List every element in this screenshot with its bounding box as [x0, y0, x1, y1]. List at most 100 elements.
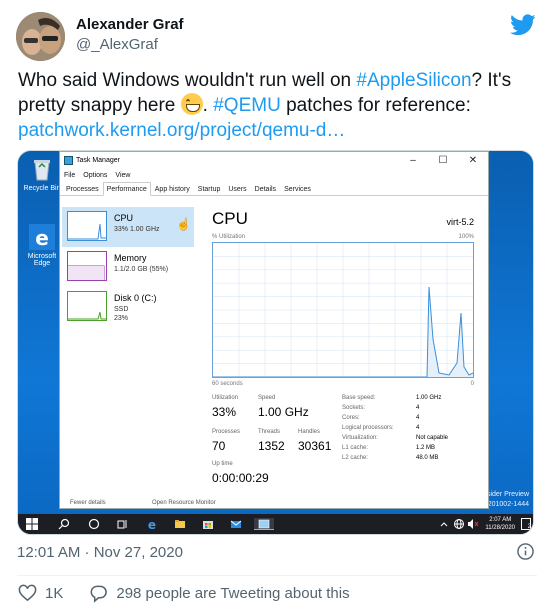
file-explorer-icon[interactable]	[174, 518, 186, 530]
disk-thumbnail	[67, 291, 107, 321]
cpu-model: virt-5.2	[446, 217, 474, 227]
tweeting-about-text[interactable]: 298 people are Tweeting about this	[116, 585, 349, 602]
spec-value: 48.0 MB	[416, 455, 439, 461]
spec-label: Logical processors:	[342, 425, 394, 431]
uptime-label: Up time	[212, 461, 233, 467]
uptime-value: 0:00:00:29	[212, 471, 269, 485]
mail-icon[interactable]	[230, 518, 242, 530]
performance-panel: CPU 33% 1.00 GHz ☝ Memory 1.1/2.0 GB (55…	[60, 197, 488, 510]
maximize-icon[interactable]: ☐	[428, 152, 458, 170]
title-bar: Task Manager – ☐ ✕	[60, 152, 488, 170]
tweet-actions: 1K 298 people are Tweeting about this	[18, 584, 350, 603]
tab-bar: Processes Performance App history Startu…	[60, 182, 488, 196]
hashtag-applesilicon[interactable]: #AppleSilicon	[356, 70, 471, 91]
tab-services[interactable]: Services	[280, 182, 315, 195]
spec-label: Cores:	[342, 415, 360, 421]
tab-app-history[interactable]: App history	[151, 182, 194, 195]
spec-value: 4	[416, 405, 420, 411]
cortana-icon[interactable]	[88, 518, 100, 530]
speed-label: Speed	[258, 395, 276, 401]
desktop-icon-edge[interactable]: e Microsoft Edge	[20, 223, 64, 267]
spec-label: Sockets:	[342, 405, 366, 411]
processes-value: 70	[212, 439, 226, 453]
tweet-timestamp[interactable]: 12:01 AM · Nov 27, 2020	[17, 544, 183, 561]
avatar[interactable]	[16, 12, 65, 61]
desktop-icon-label: Microsoft Edge	[27, 253, 57, 267]
time-axis-label: 60 seconds	[212, 381, 243, 387]
volume-muted-icon[interactable]	[467, 518, 479, 530]
author-handle[interactable]: @_AlexGraf	[76, 36, 158, 53]
task-manager-window: Task Manager – ☐ ✕ File Options View Pro…	[59, 151, 489, 509]
resource-memory[interactable]: Memory 1.1/2.0 GB (55%)	[62, 247, 194, 287]
edge-taskbar-icon[interactable]: e	[146, 518, 158, 530]
tweet-text-part: Who said Windows wouldn't run well on	[18, 70, 357, 91]
cpu-thumbnail	[67, 211, 107, 241]
store-icon[interactable]	[202, 518, 214, 530]
resource-sub: 1.1/2.0 GB (55%)	[114, 266, 169, 273]
network-icon[interactable]	[453, 518, 465, 530]
resource-name: Disk 0 (C:)	[114, 293, 157, 303]
heart-icon[interactable]	[18, 584, 37, 603]
spec-value: 4	[416, 425, 420, 431]
spec-label: Base speed:	[342, 395, 376, 401]
tab-processes[interactable]: Processes	[62, 182, 103, 195]
tab-performance[interactable]: Performance	[102, 182, 151, 196]
reply-bubble-icon[interactable]	[89, 584, 108, 603]
patchwork-link[interactable]: patchwork.kernel.org/project/qemu-d…	[18, 120, 345, 141]
utilization-label: Utilization	[212, 395, 239, 401]
menu-file[interactable]: File	[64, 170, 75, 182]
speed-value: 1.00 GHz	[258, 405, 309, 419]
resource-name: Memory	[114, 253, 147, 263]
fewer-details-link[interactable]: Fewer details	[70, 500, 106, 506]
notifications-icon[interactable]: 2	[521, 518, 531, 530]
handles-label: Handles	[298, 429, 321, 435]
svg-text:e: e	[148, 518, 156, 530]
spec-label: L2 cache:	[342, 455, 369, 461]
tweet-text-part: patches for reference:	[280, 95, 471, 116]
task-manager-icon	[64, 156, 73, 165]
desktop-icon-label: Recycle Bin	[23, 185, 61, 192]
resource-sub: 33% 1.00 GHz	[114, 226, 160, 233]
grinning-emoji-icon	[180, 93, 203, 115]
tab-details[interactable]: Details	[251, 182, 280, 195]
close-icon[interactable]: ✕	[458, 152, 488, 170]
window-title: Task Manager	[76, 157, 120, 164]
task-manager-taskbar-icon[interactable]	[254, 518, 274, 530]
resource-monitor-link[interactable]: Open Resource Monitor	[152, 500, 216, 506]
spec-value: Not capable	[416, 435, 449, 441]
notification-count: 2	[527, 524, 531, 530]
search-icon[interactable]	[58, 518, 70, 530]
system-clock[interactable]: 2:07 AM 11/28/2020	[485, 516, 515, 532]
windows-taskbar: e 2:07 AM 11/28/2020 2	[18, 514, 533, 534]
recycle-bin-icon	[34, 160, 50, 181]
resource-cpu[interactable]: CPU 33% 1.00 GHz ☝	[62, 207, 194, 247]
tab-users[interactable]: Users	[224, 182, 250, 195]
desktop-icon-recycle-bin[interactable]: Recycle Bin	[20, 155, 64, 192]
show-hidden-icons-icon[interactable]	[439, 518, 449, 530]
cpu-usage-graph	[212, 242, 474, 378]
hashtag-qemu[interactable]: #QEMU	[213, 95, 281, 116]
tweet-text: Who said Windows wouldn't run well on #A…	[18, 68, 538, 143]
watermark-line: -201002-1444	[485, 501, 529, 508]
minimize-icon[interactable]: –	[398, 152, 428, 170]
hand-cursor-icon: ☝	[176, 217, 191, 231]
tweet-media-image[interactable]: Recycle Bin e Microsoft Edge sider Previ…	[17, 150, 534, 535]
resource-name: CPU	[114, 213, 134, 223]
spec-label: L1 cache:	[342, 445, 369, 451]
info-icon[interactable]	[517, 543, 534, 560]
resource-disk[interactable]: Disk 0 (C:) SSD 23%	[62, 287, 194, 327]
min-axis-label: 0	[470, 381, 474, 387]
task-view-icon[interactable]	[116, 518, 128, 530]
watermark-line: sider Preview	[486, 491, 529, 498]
like-count[interactable]: 1K	[45, 585, 63, 602]
threads-value: 1352	[258, 439, 285, 453]
tab-startup[interactable]: Startup	[194, 182, 225, 195]
menu-options[interactable]: Options	[83, 170, 107, 182]
tweet-text-part: .	[202, 95, 214, 116]
windows-start-icon[interactable]	[26, 518, 38, 530]
threads-label: Threads	[258, 429, 281, 435]
author-name[interactable]: Alexander Graf	[76, 16, 184, 33]
twitter-bird-icon[interactable]	[510, 14, 536, 36]
menu-view[interactable]: View	[115, 170, 130, 182]
spec-label: Virtualization:	[342, 435, 378, 441]
